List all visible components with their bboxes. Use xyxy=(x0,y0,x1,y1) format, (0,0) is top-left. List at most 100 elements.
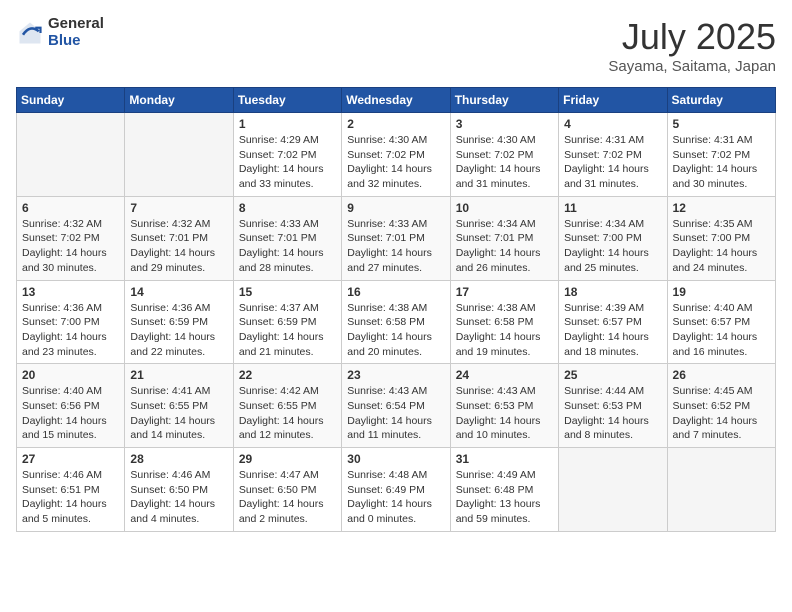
header-day-wednesday: Wednesday xyxy=(342,88,450,113)
day-info: Sunrise: 4:37 AMSunset: 6:59 PMDaylight:… xyxy=(239,301,336,360)
calendar-cell: 21 Sunrise: 4:41 AMSunset: 6:55 PMDayligh… xyxy=(125,364,233,448)
calendar-cell: 25 Sunrise: 4:44 AMSunset: 6:53 PMDayligh… xyxy=(559,364,667,448)
day-number: 7 xyxy=(130,201,227,215)
day-number: 24 xyxy=(456,368,553,382)
calendar-cell: 12 Sunrise: 4:35 AMSunset: 7:00 PMDayligh… xyxy=(667,196,775,280)
day-number: 6 xyxy=(22,201,119,215)
calendar-body: 1Sunrise: 4:29 AMSunset: 7:02 PMDaylight… xyxy=(17,113,776,532)
day-info: Sunrise: 4:34 AMSunset: 7:01 PMDaylight:… xyxy=(456,217,553,276)
header-day-friday: Friday xyxy=(559,88,667,113)
calendar-table: SundayMondayTuesdayWednesdayThursdayFrid… xyxy=(16,87,776,532)
calendar-cell: 6 Sunrise: 4:32 AMSunset: 7:02 PMDaylight… xyxy=(17,196,125,280)
day-info: Sunrise: 4:32 AMSunset: 7:01 PMDaylight:… xyxy=(130,217,227,276)
day-number: 27 xyxy=(22,452,119,466)
day-number: 14 xyxy=(130,285,227,299)
calendar-week-3: 13Sunrise: 4:36 AMSunset: 7:00 PMDayligh… xyxy=(17,280,776,364)
calendar-cell: 29Sunrise: 4:47 AMSunset: 6:50 PMDayligh… xyxy=(233,448,341,532)
calendar-cell: 28 Sunrise: 4:46 AMSunset: 6:50 PMDayligh… xyxy=(125,448,233,532)
day-info: Sunrise: 4:40 AMSunset: 6:56 PMDaylight:… xyxy=(22,384,119,443)
calendar-cell xyxy=(17,113,125,197)
day-info: Sunrise: 4:36 AMSunset: 6:59 PMDaylight:… xyxy=(130,301,227,360)
day-number: 3 xyxy=(456,117,553,131)
calendar-cell: 15Sunrise: 4:37 AMSunset: 6:59 PMDayligh… xyxy=(233,280,341,364)
day-number: 9 xyxy=(347,201,444,215)
header-day-thursday: Thursday xyxy=(450,88,558,113)
day-number: 11 xyxy=(564,201,661,215)
day-info: Sunrise: 4:49 AMSunset: 6:48 PMDaylight:… xyxy=(456,468,553,527)
day-info: Sunrise: 4:43 AMSunset: 6:53 PMDaylight:… xyxy=(456,384,553,443)
day-number: 17 xyxy=(456,285,553,299)
day-number: 28 xyxy=(130,452,227,466)
day-info: Sunrise: 4:48 AMSunset: 6:49 PMDaylight:… xyxy=(347,468,444,527)
calendar-cell xyxy=(559,448,667,532)
day-info: Sunrise: 4:39 AMSunset: 6:57 PMDaylight:… xyxy=(564,301,661,360)
calendar-cell: 24 Sunrise: 4:43 AMSunset: 6:53 PMDayligh… xyxy=(450,364,558,448)
day-number: 2 xyxy=(347,117,444,131)
day-number: 22 xyxy=(239,368,336,382)
calendar-cell: 4Sunrise: 4:31 AMSunset: 7:02 PMDaylight… xyxy=(559,113,667,197)
day-info: Sunrise: 4:41 AMSunset: 6:55 PMDaylight:… xyxy=(130,384,227,443)
page-header: General Blue July 2025 Sayama, Saitama, … xyxy=(16,16,776,75)
day-number: 13 xyxy=(22,285,119,299)
calendar-cell: 9 Sunrise: 4:33 AMSunset: 7:01 PMDaylight… xyxy=(342,196,450,280)
calendar-week-4: 20 Sunrise: 4:40 AMSunset: 6:56 PMDayligh… xyxy=(17,364,776,448)
day-number: 23 xyxy=(347,368,444,382)
calendar-cell: 31 Sunrise: 4:49 AMSunset: 6:48 PMDayligh… xyxy=(450,448,558,532)
day-info: Sunrise: 4:38 AMSunset: 6:58 PMDaylight:… xyxy=(456,301,553,360)
day-info: Sunrise: 4:31 AMSunset: 7:02 PMDaylight:… xyxy=(564,133,661,192)
day-info: Sunrise: 4:42 AMSunset: 6:55 PMDaylight:… xyxy=(239,384,336,443)
day-number: 18 xyxy=(564,285,661,299)
calendar-cell: 26Sunrise: 4:45 AMSunset: 6:52 PMDayligh… xyxy=(667,364,775,448)
calendar-cell: 17 Sunrise: 4:38 AMSunset: 6:58 PMDayligh… xyxy=(450,280,558,364)
calendar-week-1: 1Sunrise: 4:29 AMSunset: 7:02 PMDaylight… xyxy=(17,113,776,197)
calendar-cell: 1Sunrise: 4:29 AMSunset: 7:02 PMDaylight… xyxy=(233,113,341,197)
day-info: Sunrise: 4:35 AMSunset: 7:00 PMDaylight:… xyxy=(673,217,770,276)
day-info: Sunrise: 4:40 AMSunset: 6:57 PMDaylight:… xyxy=(673,301,770,360)
calendar-cell: 14 Sunrise: 4:36 AMSunset: 6:59 PMDayligh… xyxy=(125,280,233,364)
logo-general: General xyxy=(48,16,104,33)
day-info: Sunrise: 4:33 AMSunset: 7:01 PMDaylight:… xyxy=(347,217,444,276)
day-info: Sunrise: 4:30 AMSunset: 7:02 PMDaylight:… xyxy=(456,133,553,192)
calendar-cell: 8Sunrise: 4:33 AMSunset: 7:01 PMDaylight… xyxy=(233,196,341,280)
calendar-cell: 13Sunrise: 4:36 AMSunset: 7:00 PMDayligh… xyxy=(17,280,125,364)
calendar-cell: 27 Sunrise: 4:46 AMSunset: 6:51 PMDayligh… xyxy=(17,448,125,532)
location-title: Sayama, Saitama, Japan xyxy=(608,58,776,75)
day-number: 10 xyxy=(456,201,553,215)
calendar-cell: 23Sunrise: 4:43 AMSunset: 6:54 PMDayligh… xyxy=(342,364,450,448)
calendar-cell: 11Sunrise: 4:34 AMSunset: 7:00 PMDayligh… xyxy=(559,196,667,280)
day-info: Sunrise: 4:31 AMSunset: 7:02 PMDaylight:… xyxy=(673,133,770,192)
day-number: 19 xyxy=(673,285,770,299)
calendar-cell: 5 Sunrise: 4:31 AMSunset: 7:02 PMDaylight… xyxy=(667,113,775,197)
day-number: 29 xyxy=(239,452,336,466)
day-info: Sunrise: 4:44 AMSunset: 6:53 PMDaylight:… xyxy=(564,384,661,443)
header-day-saturday: Saturday xyxy=(667,88,775,113)
day-info: Sunrise: 4:32 AMSunset: 7:02 PMDaylight:… xyxy=(22,217,119,276)
logo-blue: Blue xyxy=(48,33,104,50)
header-day-tuesday: Tuesday xyxy=(233,88,341,113)
calendar-cell: 22 Sunrise: 4:42 AMSunset: 6:55 PMDayligh… xyxy=(233,364,341,448)
header-day-sunday: Sunday xyxy=(17,88,125,113)
day-info: Sunrise: 4:46 AMSunset: 6:51 PMDaylight:… xyxy=(22,468,119,527)
day-number: 12 xyxy=(673,201,770,215)
day-number: 16 xyxy=(347,285,444,299)
month-title: July 2025 xyxy=(608,16,776,58)
header-day-monday: Monday xyxy=(125,88,233,113)
day-number: 5 xyxy=(673,117,770,131)
day-info: Sunrise: 4:46 AMSunset: 6:50 PMDaylight:… xyxy=(130,468,227,527)
calendar-cell: 18 Sunrise: 4:39 AMSunset: 6:57 PMDayligh… xyxy=(559,280,667,364)
day-number: 20 xyxy=(22,368,119,382)
calendar-cell: 20 Sunrise: 4:40 AMSunset: 6:56 PMDayligh… xyxy=(17,364,125,448)
day-number: 30 xyxy=(347,452,444,466)
logo: General Blue xyxy=(16,16,104,49)
calendar-cell: 2Sunrise: 4:30 AMSunset: 7:02 PMDaylight… xyxy=(342,113,450,197)
logo-icon xyxy=(16,19,44,47)
day-number: 21 xyxy=(130,368,227,382)
calendar-week-2: 6 Sunrise: 4:32 AMSunset: 7:02 PMDaylight… xyxy=(17,196,776,280)
title-block: July 2025 Sayama, Saitama, Japan xyxy=(608,16,776,75)
day-number: 25 xyxy=(564,368,661,382)
day-info: Sunrise: 4:33 AMSunset: 7:01 PMDaylight:… xyxy=(239,217,336,276)
day-number: 31 xyxy=(456,452,553,466)
calendar-header-row: SundayMondayTuesdayWednesdayThursdayFrid… xyxy=(17,88,776,113)
day-info: Sunrise: 4:38 AMSunset: 6:58 PMDaylight:… xyxy=(347,301,444,360)
calendar-cell: 16 Sunrise: 4:38 AMSunset: 6:58 PMDayligh… xyxy=(342,280,450,364)
